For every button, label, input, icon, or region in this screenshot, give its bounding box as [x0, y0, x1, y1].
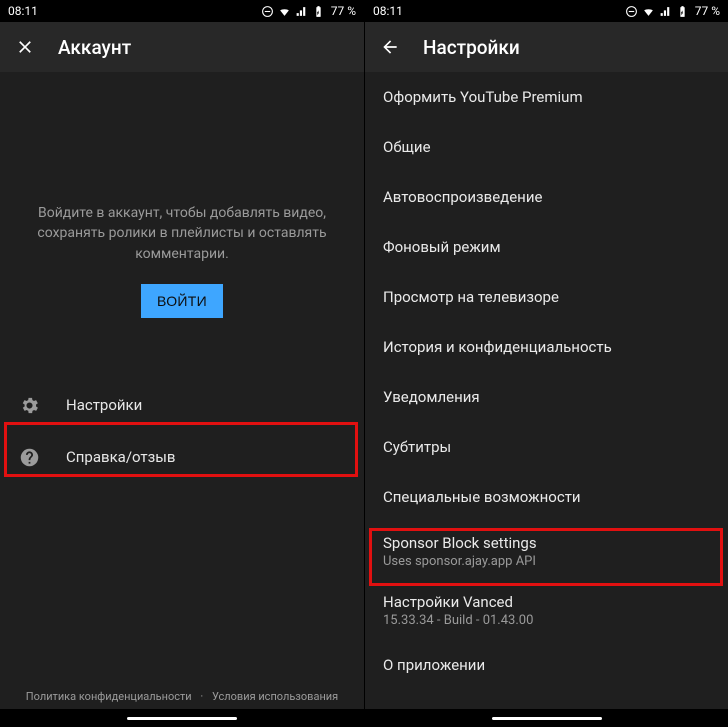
close-icon[interactable]: [14, 36, 36, 58]
setting-label: О приложении: [383, 656, 485, 674]
setting-label: Общие: [383, 138, 431, 156]
wifi-icon: [278, 5, 291, 18]
setting-general[interactable]: Общие: [365, 122, 728, 172]
setting-subtext: Uses sponsor.ajay.app API: [383, 554, 710, 569]
list-item-help[interactable]: Справка/отзыв: [0, 431, 364, 483]
signal-icon: [659, 5, 672, 18]
setting-premium[interactable]: Оформить YouTube Premium: [365, 72, 728, 122]
setting-label: История и конфиденциальность: [383, 338, 612, 356]
app-bar: Аккаунт: [0, 22, 364, 72]
footer-sep: ·: [197, 690, 206, 703]
left-body: Войдите в аккаунт, чтобы добавлять видео…: [0, 72, 364, 709]
status-time: 08:11: [373, 4, 403, 18]
app-bar: Настройки: [365, 22, 728, 72]
setting-label: Автовоспроизведение: [383, 188, 542, 206]
page-title: Аккаунт: [58, 36, 131, 59]
signin-button[interactable]: ВОЙТИ: [141, 284, 223, 318]
battery-text: 77 %: [695, 4, 720, 18]
account-list: Настройки Справка/отзыв: [0, 379, 364, 483]
setting-tv[interactable]: Просмотр на телевизоре: [365, 272, 728, 322]
setting-notifications[interactable]: Уведомления: [365, 372, 728, 422]
list-item-label: Настройки: [66, 396, 142, 414]
nav-pill[interactable]: [365, 709, 728, 727]
setting-label: Настройки Vanced: [383, 593, 710, 611]
dnd-icon: [261, 5, 274, 18]
signin-block: Войдите в аккаунт, чтобы добавлять видео…: [0, 162, 364, 359]
setting-label: Просмотр на телевизоре: [383, 288, 559, 306]
battery-text: 77 %: [331, 4, 356, 18]
status-icons: 77 %: [625, 4, 720, 18]
dnd-icon: [625, 5, 638, 18]
wifi-icon: [642, 5, 655, 18]
status-time: 08:11: [8, 4, 38, 18]
footer-links: Политика конфиденциальности · Условия ис…: [0, 680, 364, 709]
status-icons: 77 %: [261, 4, 356, 18]
setting-captions[interactable]: Субтитры: [365, 422, 728, 472]
setting-label: Оформить YouTube Premium: [383, 88, 583, 106]
setting-subtext: 15.33.34 - Build - 01.43.00: [383, 613, 710, 628]
setting-accessibility[interactable]: Специальные возможности: [365, 472, 728, 522]
phone-left: 08:11 77 % Аккаунт Войдите в аккаунт, чт…: [0, 0, 364, 727]
battery-icon: [676, 5, 689, 18]
signin-prompt: Войдите в аккаунт, чтобы добавлять видео…: [24, 203, 340, 264]
page-title: Настройки: [423, 36, 520, 59]
back-icon[interactable]: [379, 36, 401, 58]
list-item-label: Справка/отзыв: [66, 448, 175, 466]
nav-pill[interactable]: [0, 709, 364, 727]
setting-autoplay[interactable]: Автовоспроизведение: [365, 172, 728, 222]
gear-icon: [18, 394, 40, 416]
terms-link[interactable]: Условия использования: [209, 690, 341, 703]
setting-sponsorblock[interactable]: Sponsor Block settings Uses sponsor.ajay…: [365, 522, 728, 581]
privacy-link[interactable]: Политика конфиденциальности: [23, 690, 195, 703]
setting-label: Субтитры: [383, 438, 451, 456]
battery-icon: [312, 5, 325, 18]
status-bar: 08:11 77 %: [365, 0, 728, 22]
setting-label: Фоновый режим: [383, 238, 501, 256]
settings-list: Оформить YouTube Premium Общие Автовоспр…: [365, 72, 728, 709]
setting-background[interactable]: Фоновый режим: [365, 222, 728, 272]
signal-icon: [295, 5, 308, 18]
setting-vanced[interactable]: Настройки Vanced 15.33.34 - Build - 01.4…: [365, 581, 728, 640]
setting-label: Уведомления: [383, 388, 480, 406]
setting-about[interactable]: О приложении: [365, 640, 728, 690]
setting-history[interactable]: История и конфиденциальность: [365, 322, 728, 372]
status-bar: 08:11 77 %: [0, 0, 364, 22]
setting-label: Sponsor Block settings: [383, 534, 710, 552]
help-icon: [18, 446, 40, 468]
phone-right: 08:11 77 % Настройки Оформить YouTube Pr…: [364, 0, 728, 727]
setting-label: Специальные возможности: [383, 488, 581, 506]
list-item-settings[interactable]: Настройки: [0, 379, 364, 431]
